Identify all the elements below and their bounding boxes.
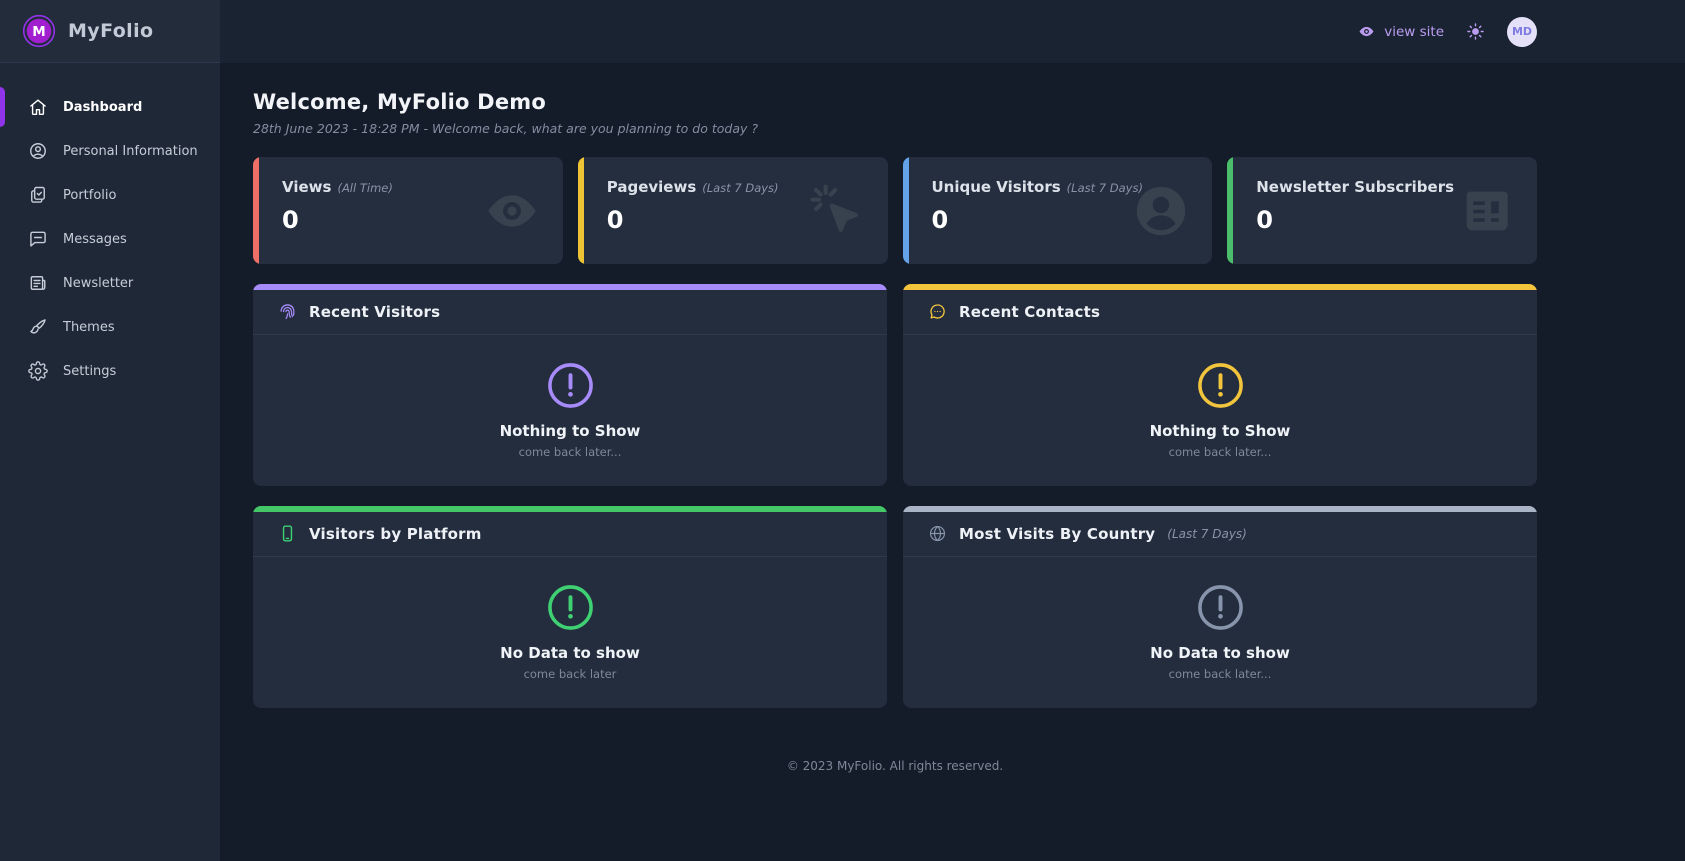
main-area: view site MD Welcome, MyFolio Demo 28th …	[220, 0, 1685, 861]
page-title: Welcome, MyFolio Demo	[253, 90, 546, 114]
panel-header: Visitors by Platform	[253, 512, 887, 557]
stat-label: Views	[282, 178, 332, 196]
avatar[interactable]: MD	[1507, 16, 1537, 47]
accent-bar	[902, 157, 909, 264]
panel-recent-contacts: Recent Contacts Nothing to Show come bac…	[903, 284, 1537, 486]
accent-bar	[577, 157, 584, 264]
chat-bubble-icon	[28, 229, 48, 249]
empty-state-title: No Data to show	[1150, 644, 1290, 662]
panel-title: Visitors by Platform	[309, 524, 482, 543]
panel-header: Most Visits By Country (Last 7 Days)	[903, 512, 1537, 557]
person-circle-icon	[28, 141, 48, 161]
sidebar-item-messages[interactable]: Messages	[0, 217, 220, 261]
empty-state-subtitle: come back later...	[1168, 667, 1272, 681]
empty-state-title: Nothing to Show	[1149, 422, 1291, 440]
sidebar-item-themes[interactable]: Themes	[0, 305, 220, 349]
sidebar-item-personal-information[interactable]: Personal Information	[0, 129, 220, 173]
sidebar-item-label: Portfolio	[63, 187, 117, 203]
panel-empty-state: Nothing to Show come back later...	[253, 335, 887, 486]
globe-icon	[928, 524, 947, 543]
panel-recent-visitors: Recent Visitors Nothing to Show come bac…	[253, 284, 887, 486]
accent-bar	[1227, 157, 1234, 264]
alert-circle-icon	[1197, 584, 1244, 631]
panel-title: Most Visits By Country	[959, 524, 1156, 543]
sidebar-item-label: Settings	[63, 363, 117, 379]
person-icon	[1132, 182, 1190, 240]
stat-label: Pageviews	[606, 178, 697, 196]
empty-state-title: No Data to show	[500, 644, 640, 662]
active-indicator	[0, 87, 5, 127]
welcome-subtitle: 28th June 2023 - 18:28 PM - Welcome back…	[253, 121, 759, 136]
panel-title: Recent Visitors	[309, 302, 441, 321]
alert-circle-icon	[1197, 362, 1244, 409]
myfolio-logo-icon: M	[22, 14, 56, 48]
cursor-click-icon	[808, 182, 866, 240]
svg-text:M: M	[32, 24, 45, 40]
stat-card-views: Views (All Time) 0	[253, 157, 563, 264]
empty-state-subtitle: come back later	[523, 667, 617, 681]
paintbrush-icon	[28, 317, 48, 337]
panel-visitors-by-platform: Visitors by Platform No Data to show com…	[253, 506, 887, 708]
panel-empty-state: Nothing to Show come back later...	[903, 335, 1537, 486]
empty-state-subtitle: come back later...	[1168, 445, 1272, 459]
alert-circle-icon	[547, 362, 594, 409]
sidebar-nav: Dashboard Personal Information Portfolio…	[0, 63, 220, 393]
sidebar-item-label: Newsletter	[63, 275, 134, 291]
alert-circle-icon	[547, 584, 594, 631]
stats-row: Views (All Time) 0 Pageviews (Last 7 Day…	[253, 157, 1537, 264]
sidebar-item-label: Dashboard	[63, 99, 143, 115]
sidebar-item-label: Personal Information	[63, 143, 198, 159]
dashboard-content: Welcome, MyFolio Demo 28th June 2023 - 1…	[220, 63, 1685, 861]
panel-header: Recent Visitors	[253, 290, 887, 335]
brand-name: MyFolio	[68, 20, 154, 42]
sidebar-item-settings[interactable]: Settings	[0, 349, 220, 393]
accent-bar	[253, 157, 259, 264]
stat-period: (All Time)	[337, 181, 393, 195]
sun-icon[interactable]	[1466, 22, 1485, 41]
eye-icon	[483, 182, 541, 240]
sidebar: M MyFolio Dashboard Personal Information	[0, 0, 220, 861]
stat-label: Newsletter Subscribers	[1256, 178, 1455, 196]
fingerprint-icon	[278, 302, 297, 321]
view-site-link[interactable]: view site	[1358, 23, 1444, 40]
sidebar-item-dashboard[interactable]: Dashboard	[0, 85, 220, 129]
sidebar-item-label: Messages	[63, 231, 127, 247]
stat-label: Unique Visitors	[931, 178, 1061, 196]
brand-logo[interactable]: M MyFolio	[0, 0, 220, 63]
view-site-label: view site	[1384, 23, 1444, 40]
empty-state-title: Nothing to Show	[499, 422, 641, 440]
stat-card-pageviews: Pageviews (Last 7 Days) 0	[577, 157, 888, 264]
stat-card-newsletter-subscribers: Newsletter Subscribers 0	[1227, 157, 1537, 264]
eye-icon	[1359, 26, 1374, 37]
clipboard-icon	[28, 185, 48, 205]
chat-bubble-icon	[928, 302, 947, 321]
topbar: view site MD	[220, 0, 1685, 63]
newspaper-icon	[28, 273, 48, 293]
empty-state-subtitle: come back later...	[518, 445, 622, 459]
panel-most-visits-by-country: Most Visits By Country (Last 7 Days) No …	[903, 506, 1537, 708]
app-window: M MyFolio Dashboard Personal Information	[0, 0, 1685, 861]
panel-period: (Last 7 Days)	[1167, 526, 1247, 541]
sidebar-item-portfolio[interactable]: Portfolio	[0, 173, 220, 217]
home-icon	[28, 97, 48, 117]
footer-copyright: © 2023 MyFolio. All rights reserved.	[786, 759, 1004, 773]
panel-empty-state: No Data to show come back later	[253, 557, 887, 708]
sidebar-item-newsletter[interactable]: Newsletter	[0, 261, 220, 305]
panels-grid: Recent Visitors Nothing to Show come bac…	[253, 284, 1537, 708]
newspaper-icon	[1457, 182, 1515, 240]
stat-period: (Last 7 Days)	[702, 181, 779, 195]
panel-title: Recent Contacts	[959, 302, 1101, 321]
panel-header: Recent Contacts	[903, 290, 1537, 335]
sidebar-item-label: Themes	[63, 319, 115, 335]
smartphone-icon	[278, 524, 297, 543]
gear-icon	[28, 361, 48, 381]
stat-card-unique-visitors: Unique Visitors (Last 7 Days) 0	[902, 157, 1213, 264]
panel-empty-state: No Data to show come back later...	[903, 557, 1537, 708]
